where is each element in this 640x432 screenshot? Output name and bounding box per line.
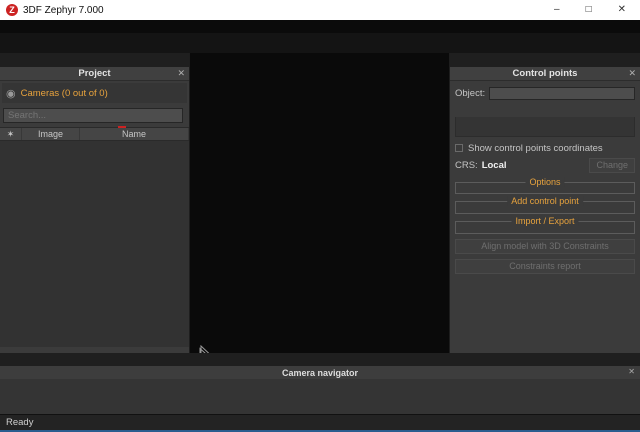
constraints-report-button[interactable]: Constraints report	[455, 259, 635, 274]
coords-checkbox-label: Show control points coordinates	[468, 143, 603, 154]
status-text: Ready	[6, 417, 33, 428]
window-title: 3DF Zephyr 7.000	[23, 5, 554, 16]
control-points-title: Control points	[450, 68, 640, 79]
viewport-3d[interactable]	[190, 53, 449, 353]
cameras-icon: ◉	[6, 87, 16, 100]
control-points-table-header	[455, 104, 635, 117]
bottom-panel: Camera navigator ✕	[0, 353, 640, 414]
project-panel-title: Project	[0, 68, 189, 79]
maximize-button[interactable]: □	[586, 3, 592, 17]
title-bar: Z 3DF Zephyr 7.000 – □ ✕	[0, 0, 640, 20]
project-panel-close-icon[interactable]: ✕	[177, 68, 185, 79]
object-input[interactable]	[489, 87, 635, 100]
coords-checkbox[interactable]	[455, 144, 463, 152]
import-export-group: Import / Export	[455, 221, 635, 234]
camera-navigator-title: Camera navigator	[0, 368, 640, 378]
left-tab-bar	[0, 53, 189, 67]
gcp-panel: Control points ✕ Object: Show control po…	[449, 53, 640, 353]
star-column-icon[interactable]: ✶	[0, 128, 22, 140]
control-points-table[interactable]	[455, 117, 635, 137]
cameras-label: Cameras (0 out of 0)	[21, 88, 108, 99]
project-panel: Project ✕ ◉ Cameras (0 out of 0) ✶ Image…	[0, 53, 190, 353]
sort-indicator	[118, 126, 126, 128]
crs-value: Local	[482, 160, 586, 171]
crs-label: CRS:	[455, 160, 478, 171]
image-column-header[interactable]: Image	[22, 128, 80, 140]
measure-tool-icon[interactable]	[198, 345, 212, 353]
app-logo-icon: Z	[6, 4, 18, 16]
options-group: Options	[455, 182, 635, 194]
axis-gizmo	[190, 53, 449, 203]
add-control-point-group: Add control point	[455, 201, 635, 214]
import-export-title: Import / Export	[511, 216, 578, 226]
options-group-title: Options	[525, 177, 564, 187]
image-list[interactable]	[0, 141, 189, 347]
camera-navigator-body[interactable]	[0, 379, 640, 414]
align-model-button[interactable]: Align model with 3D Constraints	[455, 239, 635, 254]
app-window: Z 3DF Zephyr 7.000 – □ ✕ Project ✕ ◉ Cam…	[0, 0, 640, 432]
control-points-close-icon[interactable]: ✕	[628, 68, 636, 79]
crs-change-button[interactable]: Change	[589, 158, 635, 173]
coords-checkbox-row[interactable]: Show control points coordinates	[455, 141, 635, 155]
minimize-button[interactable]: –	[554, 3, 560, 17]
image-list-column-headers[interactable]: ✶ Image Name	[0, 127, 189, 141]
menu-bar	[0, 20, 640, 33]
cameras-group-header[interactable]: ◉ Cameras (0 out of 0)	[2, 83, 187, 103]
name-column-header[interactable]: Name	[80, 128, 189, 140]
add-control-point-title: Add control point	[507, 196, 583, 206]
object-label: Object:	[455, 88, 485, 99]
right-tab-bar	[450, 53, 640, 67]
bottom-tab-bar	[0, 353, 640, 366]
toolbar	[0, 33, 640, 53]
search-input[interactable]	[3, 108, 183, 123]
status-bar: Ready	[0, 414, 640, 430]
camera-navigator-close-icon[interactable]: ✕	[628, 367, 635, 376]
close-button[interactable]: ✕	[618, 3, 626, 17]
